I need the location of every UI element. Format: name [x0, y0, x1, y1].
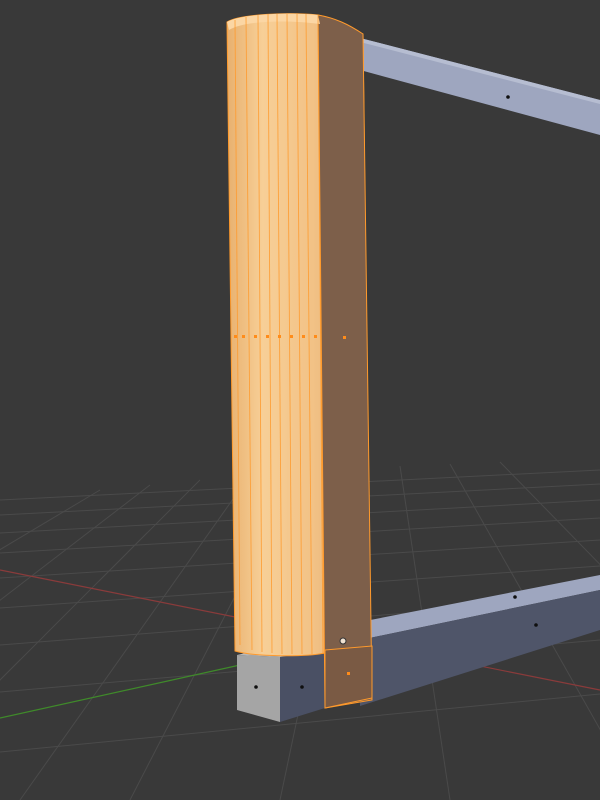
- rail-vertex[interactable]: [534, 623, 538, 627]
- 3d-viewport[interactable]: [0, 0, 600, 800]
- block-vertex[interactable]: [300, 685, 304, 689]
- rail-vertex[interactable]: [513, 595, 517, 599]
- 3d-scene[interactable]: [0, 0, 600, 800]
- block-vertex[interactable]: [254, 685, 258, 689]
- origin-circle-icon[interactable]: [339, 637, 347, 645]
- rail-vertex[interactable]: [506, 95, 510, 99]
